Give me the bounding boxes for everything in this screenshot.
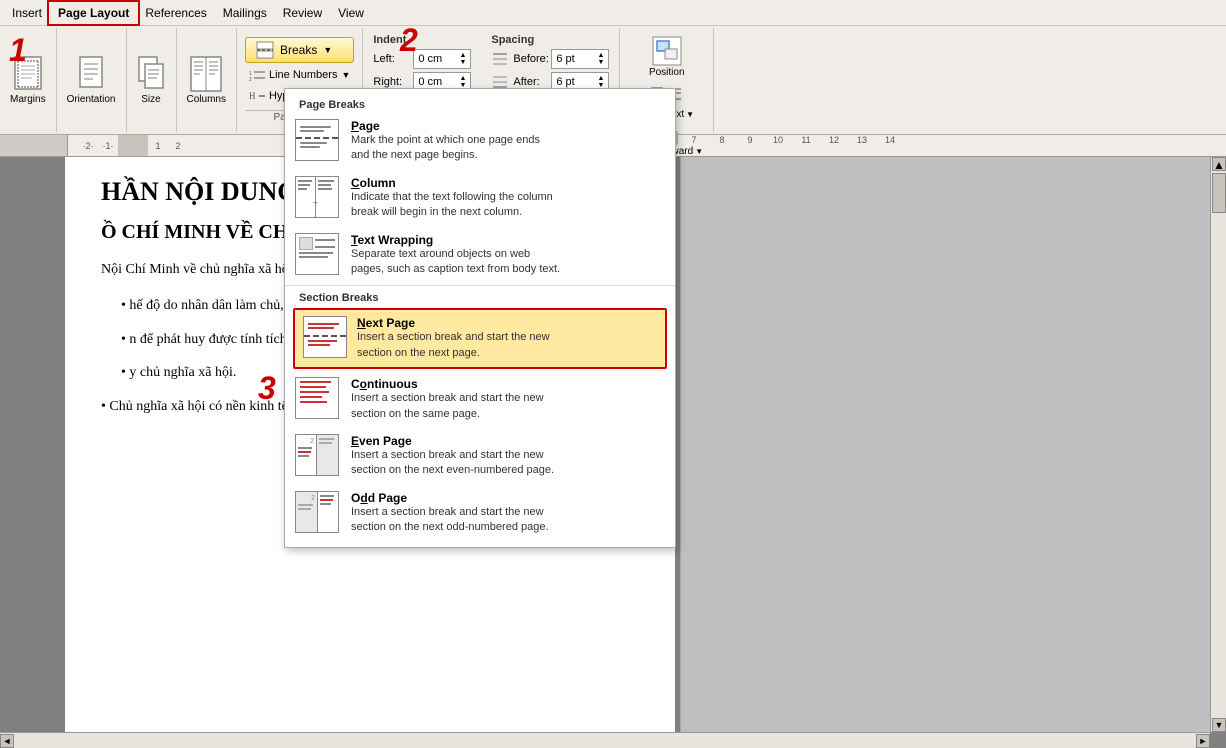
position-button[interactable]: Position — [645, 32, 689, 81]
text-wrapping-desc: Separate text around objects on webpages… — [351, 247, 560, 278]
left-indent-input[interactable]: 0 cm ▲ ▼ — [413, 49, 471, 69]
dropdown-item-odd-page[interactable]: 2 Odd Page Insert a section break and st… — [285, 485, 675, 542]
menu-page-layout[interactable]: Page Layout — [50, 3, 137, 23]
dropdown-item-even-page[interactable]: 2 Even Page Insert a section break and s… — [285, 428, 675, 485]
breaks-dropdown-arrow: ▼ — [323, 45, 332, 55]
svg-text:H: H — [249, 91, 256, 101]
dropdown-item-next-page[interactable]: Next Page Insert a section break and sta… — [293, 308, 667, 369]
before-label: Before: — [513, 53, 547, 65]
next-page-title: Next Page — [357, 316, 550, 330]
size-label: Size — [141, 94, 160, 105]
continuous-title: Continuous — [351, 377, 544, 391]
ribbon-group-orientation: Orientation — [57, 28, 127, 132]
columns-label: Columns — [187, 94, 226, 105]
breaks-button[interactable]: Breaks ▼ — [245, 37, 354, 63]
after-up-arrow[interactable]: ▲ — [597, 75, 604, 82]
ribbon-group-columns: Columns — [177, 28, 237, 132]
dropdown-item-text-wrapping[interactable]: Text Wrapping Separate text around objec… — [285, 227, 675, 284]
menu-mailings[interactable]: Mailings — [215, 3, 275, 23]
odd-page-desc: Insert a section break and start the new… — [351, 505, 549, 536]
hyphenation-icon: H — [249, 89, 265, 103]
step-3-badge: 3 — [258, 370, 276, 407]
right-up-arrow[interactable]: ▲ — [459, 75, 466, 82]
even-page-desc: Insert a section break and start the new… — [351, 448, 554, 479]
even-page-icon: 2 — [295, 434, 339, 476]
step-2-badge: 2 — [400, 22, 418, 59]
page-item-title: Page — [351, 119, 540, 133]
left-down-arrow[interactable]: ▼ — [459, 59, 466, 66]
continuous-icon — [295, 377, 339, 419]
columns-icon — [190, 56, 222, 92]
svg-text:2: 2 — [249, 77, 252, 82]
breaks-icon — [256, 41, 274, 59]
position-icon — [651, 35, 683, 67]
column-item-desc: Indicate that the text following the col… — [351, 190, 553, 221]
menu-review[interactable]: Review — [275, 3, 330, 23]
before-down-arrow[interactable]: ▼ — [597, 59, 604, 66]
next-page-icon — [303, 316, 347, 358]
odd-page-title: Odd Page — [351, 491, 549, 505]
step-1-badge: 1 — [9, 32, 27, 69]
before-spacing-icon — [491, 52, 509, 66]
orientation-label: Orientation — [67, 94, 116, 105]
dropdown-item-continuous[interactable]: Continuous Insert a section break and st… — [285, 371, 675, 428]
dropdown-item-page[interactable]: Page Mark the point at which one page en… — [285, 113, 675, 170]
indent-label: Indent — [373, 34, 471, 46]
menu-references[interactable]: References — [137, 3, 214, 23]
left-up-arrow[interactable]: ▲ — [459, 52, 466, 59]
dropdown-item-column[interactable]: → Column Indicate that the text followin… — [285, 170, 675, 227]
next-page-desc: Insert a section break and start the new… — [357, 330, 550, 361]
page-item-desc: Mark the point at which one page endsand… — [351, 133, 540, 164]
menu-insert[interactable]: Insert — [4, 3, 50, 23]
even-page-title: Even Page — [351, 434, 554, 448]
continuous-desc: Insert a section break and start the new… — [351, 391, 544, 422]
horizontal-scrollbar[interactable]: ◄ ► — [0, 732, 1210, 748]
after-label: After: — [513, 76, 547, 88]
ribbon-group-size: Size — [127, 28, 177, 132]
size-icon — [137, 56, 165, 92]
right-label: Right: — [373, 76, 409, 88]
columns-button[interactable]: Columns — [183, 32, 230, 128]
size-button[interactable]: Size — [133, 32, 169, 128]
line-numbers-button[interactable]: 1 2 Line Numbers ▼ — [245, 66, 354, 84]
text-wrapping-title: Text Wrapping — [351, 233, 560, 247]
vertical-scrollbar[interactable]: ▲ ▼ — [1210, 157, 1226, 732]
position-label: Position — [649, 67, 685, 78]
breaks-dropdown: Page Breaks Page Mark the point at which… — [284, 88, 676, 548]
column-item-title: Column — [351, 176, 553, 190]
orientation-button[interactable]: Orientation — [63, 32, 120, 128]
page-break-icon — [295, 119, 339, 161]
odd-page-icon: 2 — [295, 491, 339, 533]
orientation-icon — [75, 56, 107, 92]
breaks-label: Breaks — [280, 43, 317, 57]
after-spacing-icon — [491, 75, 509, 89]
page-breaks-title: Page Breaks — [285, 95, 675, 113]
section-breaks-title: Section Breaks — [285, 288, 675, 306]
document-right-overflow — [680, 157, 1210, 732]
before-up-arrow[interactable]: ▲ — [597, 52, 604, 59]
spacing-label: Spacing — [491, 34, 609, 46]
line-numbers-icon: 1 2 — [249, 68, 265, 82]
text-wrapping-icon — [295, 233, 339, 275]
margins-label: Margins — [10, 94, 46, 105]
column-break-icon: → — [295, 176, 339, 218]
menu-view[interactable]: View — [330, 3, 372, 23]
before-spacing-input[interactable]: 6 pt ▲ ▼ — [551, 49, 609, 69]
